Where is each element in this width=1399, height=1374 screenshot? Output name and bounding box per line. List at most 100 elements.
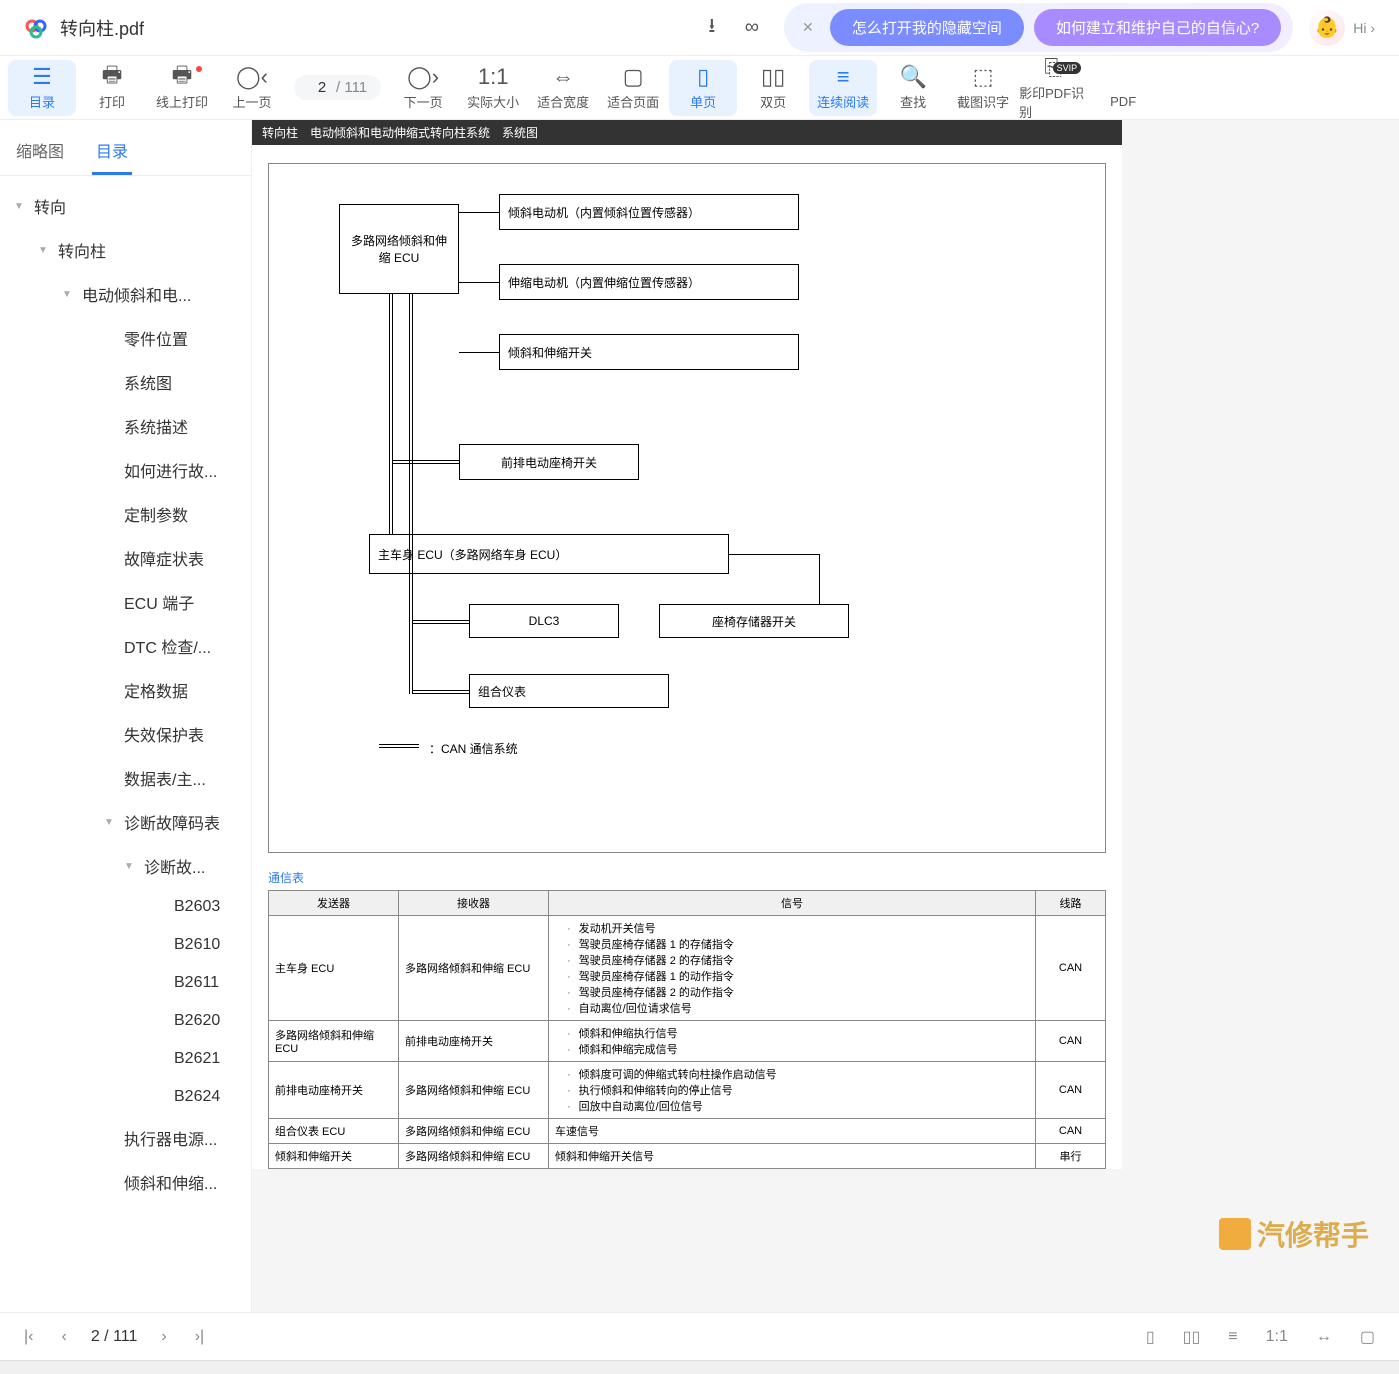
chevron-down-icon: ▼: [124, 861, 138, 872]
toc-item-label: 零件位置: [124, 326, 188, 350]
tab-toc[interactable]: 目录: [92, 128, 132, 175]
suggestion-pill-2[interactable]: 如何建立和维护自己的自信心?: [1034, 9, 1281, 46]
system-diagram: 多路网络倾斜和伸缩 ECU 倾斜电动机（内置倾斜位置传感器） 伸缩电动机（内置伸…: [268, 163, 1106, 853]
toc-item-label: 转向柱: [58, 238, 106, 262]
footer-bar: |‹ ‹ 2 / 111 › ›| ▯ ▯▯ ≡ 1:1 ↔ ▢: [0, 1312, 1399, 1360]
toc-item-label: B2621: [174, 1050, 220, 1068]
toc-item[interactable]: B2610: [4, 926, 247, 964]
toc-button[interactable]: ☰目录: [8, 60, 76, 116]
table-row: 多路网络倾斜和伸缩 ECU前排电动座椅开关倾斜和伸缩执行信号倾斜和伸缩完成信号C…: [269, 1021, 1106, 1062]
pdf-ocr-button[interactable]: SVIP⎘影印PDF识别: [1019, 60, 1087, 116]
toc-item-label: 定格数据: [124, 678, 188, 702]
toc-item[interactable]: 系统图: [4, 360, 247, 404]
share-icon[interactable]: ∞: [732, 8, 772, 48]
prev-page-footer-button[interactable]: ‹: [57, 1324, 70, 1350]
page-input-group: / 111: [294, 75, 381, 100]
document-title: 转向柱.pdf: [60, 15, 144, 41]
last-page-button[interactable]: ›|: [191, 1324, 208, 1350]
crop-icon: ⬚: [973, 64, 994, 90]
avatar-icon[interactable]: 👶: [1309, 10, 1345, 46]
page-number-input[interactable]: [308, 79, 336, 96]
can-legend-label: ：CAN 通信系统: [429, 740, 518, 757]
chevron-down-icon: ▼: [14, 201, 28, 212]
close-icon[interactable]: ✕: [796, 16, 820, 40]
toc-item[interactable]: B2603: [4, 888, 247, 926]
single-page-button[interactable]: ▯单页: [669, 60, 737, 116]
box-meter: 组合仪表: [469, 674, 669, 708]
toc-item-label: 执行器电源...: [124, 1126, 217, 1150]
print-button[interactable]: 🖶打印: [78, 60, 146, 116]
toc-item[interactable]: B2611: [4, 964, 247, 1002]
chevron-down-icon: ▼: [62, 289, 76, 300]
actual-size-button[interactable]: 1:1实际大小: [459, 60, 527, 116]
toc-item[interactable]: 失效保护表: [4, 712, 247, 756]
toc-item[interactable]: ▼诊断故...: [4, 844, 247, 888]
toc-item[interactable]: ▼ 转向: [4, 184, 247, 228]
toc-item-label: 系统描述: [124, 414, 188, 438]
table-row: 倾斜和伸缩开关多路网络倾斜和伸缩 ECU倾斜和伸缩开关信号串行: [269, 1144, 1106, 1169]
toc-item[interactable]: ▼电动倾斜和电...: [4, 272, 247, 316]
toc-item[interactable]: 系统描述: [4, 404, 247, 448]
toc-item[interactable]: ▼转向柱: [4, 228, 247, 272]
main-area: 缩略图 目录 ▼转向▼转向柱▼电动倾斜和电...零件位置系统图系统描述如何进行故…: [0, 120, 1399, 1312]
toc-item-label: 定制参数: [124, 502, 188, 526]
toc-item-label: 故障症状表: [124, 546, 204, 570]
online-print-button[interactable]: 🖶线上打印: [148, 60, 216, 116]
horizontal-scrollbar[interactable]: [0, 1360, 1399, 1374]
list-icon: ☰: [32, 64, 52, 90]
zoom-11-icon[interactable]: 1:1: [1262, 1324, 1292, 1350]
toc-item[interactable]: 定制参数: [4, 492, 247, 536]
screenshot-ocr-button[interactable]: ⬚截图识字: [949, 60, 1017, 116]
continuous-read-button[interactable]: ≡连续阅读: [809, 60, 877, 116]
greeting-label[interactable]: Hi ›: [1353, 20, 1375, 36]
search-button[interactable]: 🔍查找: [879, 60, 947, 116]
toc-item-label: 转向: [34, 194, 66, 218]
zoom-page-icon[interactable]: ▢: [1356, 1323, 1379, 1351]
box-seat-switch: 前排电动座椅开关: [459, 444, 639, 480]
th-rx: 接收器: [399, 891, 549, 916]
toc-item[interactable]: 如何进行故...: [4, 448, 247, 492]
toc-item[interactable]: 数据表/主...: [4, 756, 247, 800]
fit-page-button[interactable]: ▢适合页面: [599, 60, 667, 116]
pdf-more-button[interactable]: PDF: [1089, 60, 1157, 116]
next-page-footer-button[interactable]: ›: [157, 1324, 170, 1350]
toc-tree[interactable]: ▼转向▼转向柱▼电动倾斜和电...零件位置系统图系统描述如何进行故...定制参数…: [0, 176, 251, 1312]
toc-item[interactable]: 零件位置: [4, 316, 247, 360]
suggestion-bar: ✕ 怎么打开我的隐藏空间 如何建立和维护自己的自信心?: [784, 3, 1293, 52]
toc-item-label: 诊断故障码表: [124, 810, 220, 834]
toc-item[interactable]: B2621: [4, 1040, 247, 1078]
suggestion-pill-1[interactable]: 怎么打开我的隐藏空间: [830, 9, 1024, 46]
fit-page-icon: ▢: [623, 64, 644, 90]
view-double-icon[interactable]: ▯▯: [1179, 1323, 1205, 1351]
toc-item[interactable]: DTC 检查/...: [4, 624, 247, 668]
toc-item-label: 如何进行故...: [124, 458, 217, 482]
toc-item[interactable]: ECU 端子: [4, 580, 247, 624]
fit-width-button[interactable]: ⇔适合宽度: [529, 60, 597, 116]
download-icon[interactable]: ⭳: [692, 8, 732, 48]
th-line: 线路: [1036, 891, 1106, 916]
toc-item-label: 失效保护表: [124, 722, 204, 746]
toc-item[interactable]: 执行器电源...: [4, 1116, 247, 1160]
next-page-button[interactable]: ◯›下一页: [389, 60, 457, 116]
tab-thumbnails[interactable]: 缩略图: [12, 128, 68, 175]
view-continuous-icon[interactable]: ≡: [1224, 1324, 1241, 1350]
prev-page-button[interactable]: ◯‹上一页: [218, 60, 286, 116]
sidebar: 缩略图 目录 ▼转向▼转向柱▼电动倾斜和电...零件位置系统图系统描述如何进行故…: [0, 120, 252, 1312]
toc-item[interactable]: 故障症状表: [4, 536, 247, 580]
toc-item[interactable]: 倾斜和伸缩...: [4, 1160, 247, 1204]
fit-width-icon: ⇔: [552, 64, 574, 90]
first-page-button[interactable]: |‹: [20, 1324, 37, 1350]
toc-item-label: B2603: [174, 898, 220, 916]
box-tilt-motor: 倾斜电动机（内置倾斜位置传感器）: [499, 194, 799, 230]
document-viewport[interactable]: 转向柱 电动倾斜和电动伸缩式转向柱系统 系统图 多路网络倾斜和伸缩 ECU 倾斜…: [252, 120, 1399, 1312]
toc-item[interactable]: B2624: [4, 1078, 247, 1116]
toc-item[interactable]: ▼诊断故障码表: [4, 800, 247, 844]
toc-item-label: B2610: [174, 936, 220, 954]
view-single-icon[interactable]: ▯: [1142, 1323, 1159, 1351]
sidebar-tabs: 缩略图 目录: [0, 120, 251, 176]
double-page-button[interactable]: ▯▯双页: [739, 60, 807, 116]
continuous-icon: ≡: [837, 64, 850, 90]
zoom-fit-icon[interactable]: ↔: [1312, 1324, 1336, 1350]
toc-item[interactable]: B2620: [4, 1002, 247, 1040]
toc-item[interactable]: 定格数据: [4, 668, 247, 712]
